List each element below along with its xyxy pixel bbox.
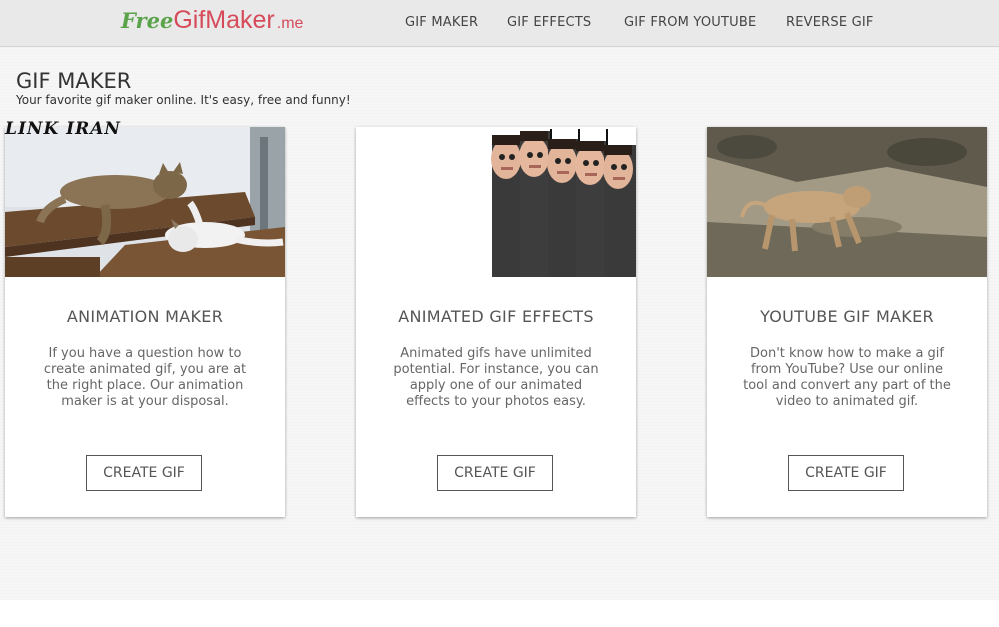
page-subtitle: Your favorite gif maker online. It's eas… [16,93,351,107]
nav-gif-from-youtube[interactable]: GIF FROM YOUTUBE [624,15,756,30]
card-title: YOUTUBE GIF MAKER [760,307,934,326]
footer-band [0,600,999,627]
lioness-video-frame-image [707,127,987,277]
logo-gif-text: Gif [173,6,206,34]
logo-free-text: Free [121,8,174,33]
page-title: GIF MAKER [16,69,132,93]
cats-animation-image [5,127,285,277]
logo-maker-text: Maker [205,6,275,34]
card-description: If you have a question how to create ani… [43,346,247,409]
card-title: ANIMATION MAKER [66,307,224,326]
card-description: Animated gifs have unlimited potential. … [393,346,599,409]
card-youtube-gif-maker: YOUTUBE GIF MAKER Don't know how to make… [707,127,987,517]
card-description: Don't know how to make a gif from YouTub… [743,346,951,409]
card-animation-maker: ANIMATION MAKER If you have a question h… [5,127,285,517]
face-effect-animation-image [356,127,636,277]
create-gif-button[interactable]: CREATE GIF [437,455,553,491]
create-gif-button[interactable]: CREATE GIF [86,455,202,491]
top-navbar: Free Gif Maker .me GIF MAKER GIF EFFECTS… [0,0,999,47]
nav-gif-maker[interactable]: GIF MAKER [405,15,478,30]
watermark-text: LINK IRAN [5,119,121,139]
card-title: ANIMATED GIF EFFECTS [398,307,594,326]
nav-reverse-gif[interactable]: REVERSE GIF [786,15,874,30]
card-animated-gif-effects: ANIMATED GIF EFFECTS Animated gifs have … [356,127,636,517]
site-logo[interactable]: Free Gif Maker .me [121,6,303,40]
create-gif-button[interactable]: CREATE GIF [788,455,904,491]
logo-domain-text: .me [276,15,304,32]
nav-gif-effects[interactable]: GIF EFFECTS [507,15,591,30]
